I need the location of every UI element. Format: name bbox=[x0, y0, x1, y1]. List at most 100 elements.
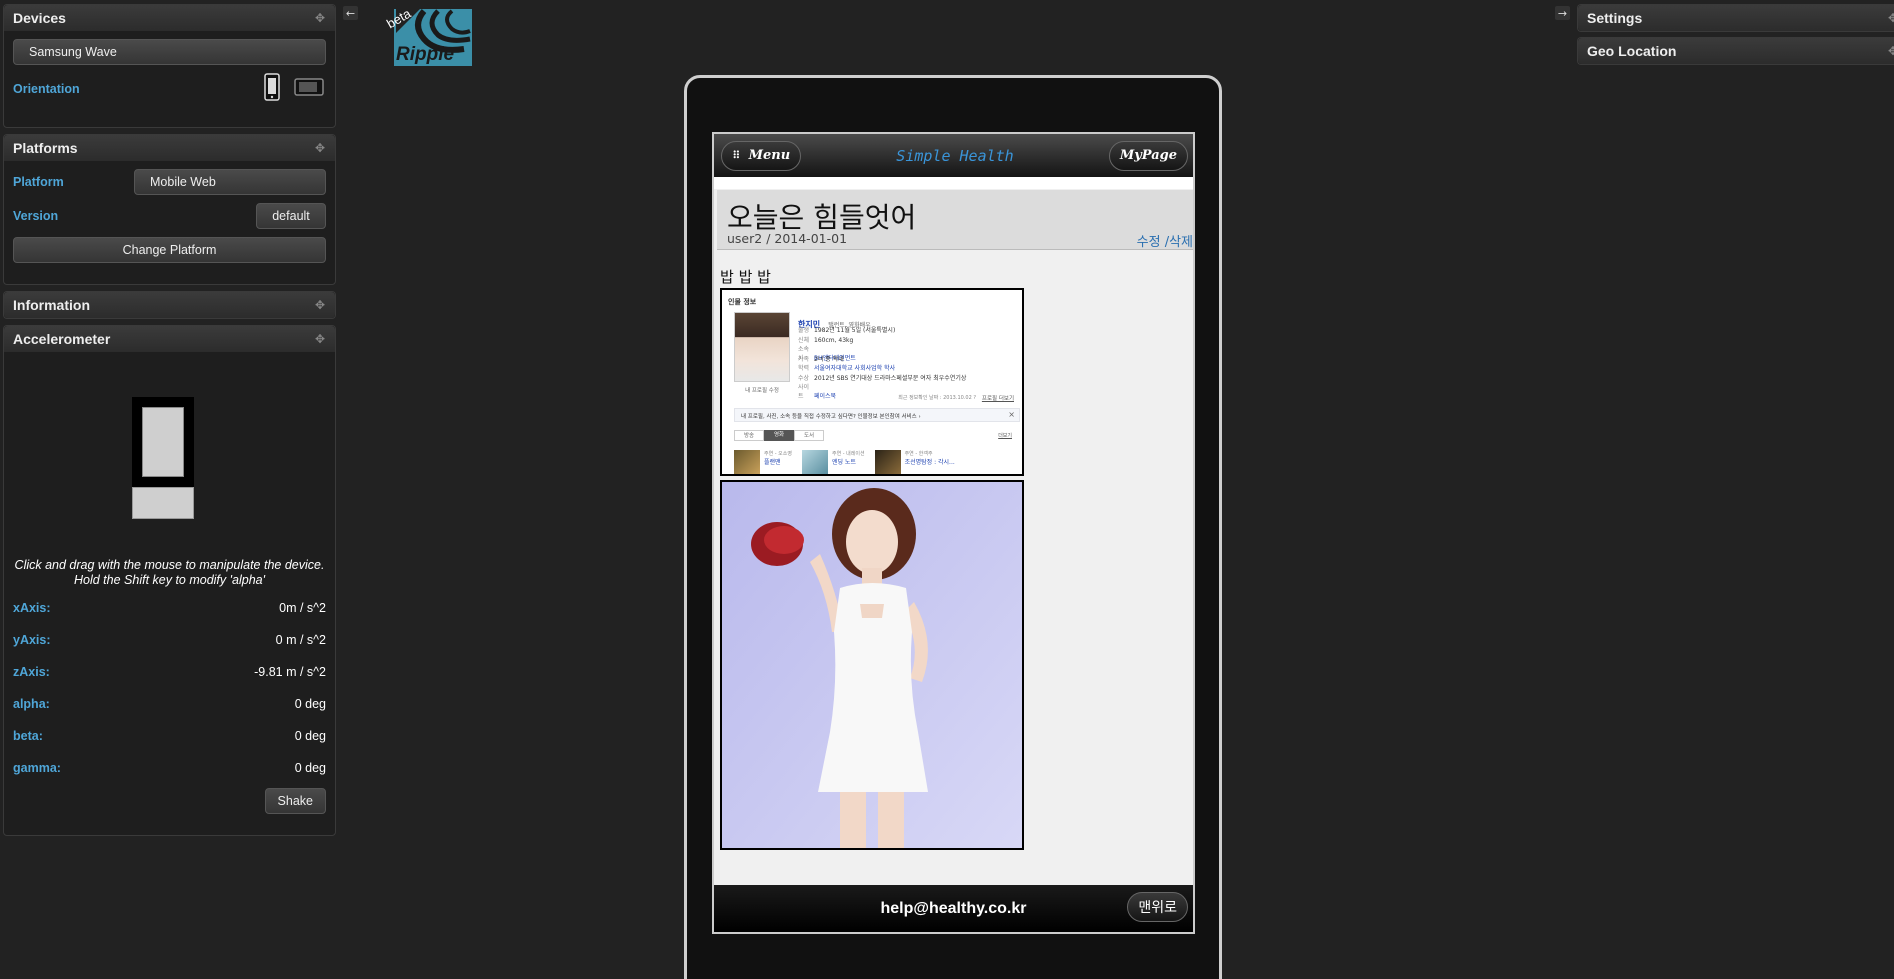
devices-panel-header[interactable]: Devices ✥ bbox=[4, 5, 335, 31]
work-item[interactable]: 주연 - 한객주 조선명탐정 : 각시... bbox=[874, 450, 955, 474]
profile-more-link[interactable]: 프로필 더보기 bbox=[982, 394, 1014, 402]
settings-panel: Settings ✥ bbox=[1577, 4, 1894, 32]
collapse-left-icon[interactable]: ← bbox=[343, 6, 358, 20]
profile-photo-caption: 내 프로필 수정 bbox=[745, 388, 779, 394]
app-header: ⠿ Menu Simple Health MyPage bbox=[714, 134, 1193, 177]
information-panel: Information ✥ bbox=[3, 291, 336, 319]
right-sidebar: Settings ✥ Geo Location ✥ bbox=[1577, 4, 1894, 70]
accel-value: 0 m / s^2 bbox=[275, 633, 326, 647]
device-3d-preview[interactable] bbox=[132, 397, 194, 519]
collapse-icon[interactable]: ✥ bbox=[315, 141, 325, 155]
profile-notice-box: 내 프로필, 사진, 소속 등을 직접 수정하고 싶다면? 인물정보 본인참여 … bbox=[734, 408, 1020, 422]
accel-value: 0m / s^2 bbox=[279, 601, 326, 615]
menu-button-label: Menu bbox=[748, 148, 791, 163]
version-label: Version bbox=[13, 209, 59, 223]
mypage-button[interactable]: MyPage bbox=[1108, 140, 1188, 171]
accel-label: yAxis: bbox=[13, 633, 51, 647]
geo-location-panel-title: Geo Location bbox=[1587, 43, 1677, 59]
ripple-logo: beta Ripple bbox=[384, 6, 472, 66]
scroll-top-button[interactable]: 맨위로 bbox=[1127, 892, 1188, 922]
accel-instruction: Click and drag with the mouse to manipul… bbox=[14, 558, 325, 572]
accel-label: zAxis: bbox=[13, 665, 50, 679]
profile-row: 출생 1982년 11월 5일 (서울특별시) bbox=[798, 327, 896, 334]
profile-updated: 최근 정보확인 날짜 : 2013.10.02 ? bbox=[898, 395, 976, 401]
information-panel-title: Information bbox=[13, 297, 90, 313]
accel-value: 0 deg bbox=[294, 761, 326, 775]
platform-label: Platform bbox=[13, 175, 64, 189]
menu-button[interactable]: ⠿ Menu bbox=[721, 140, 802, 171]
profile-photo bbox=[734, 312, 790, 382]
accel-row: gamma: 0 deg bbox=[13, 752, 326, 784]
work-poster bbox=[734, 450, 760, 474]
accel-value: -9.81 m / s^2 bbox=[254, 665, 326, 679]
work-poster bbox=[874, 450, 901, 474]
collapse-icon[interactable]: ✥ bbox=[1888, 11, 1894, 25]
accel-label: xAxis: bbox=[13, 601, 51, 615]
tab-movie[interactable]: 영화 bbox=[764, 430, 794, 441]
tabs-more-link[interactable]: 더보기 bbox=[998, 432, 1012, 439]
logo-text: Ripple bbox=[396, 44, 455, 65]
platforms-panel: Platforms ✥ Platform Mobile Web Version … bbox=[3, 134, 336, 285]
profile-row: 사이트 페이스북 bbox=[798, 384, 837, 400]
app-title: Simple Health bbox=[896, 146, 1014, 165]
accelerometer-panel-header[interactable]: Accelerometer ✥ bbox=[4, 326, 335, 352]
settings-panel-title: Settings bbox=[1587, 10, 1643, 26]
post-meta: user2 / 2014-01-01 bbox=[727, 231, 848, 246]
tab-broadcast[interactable]: 방송 bbox=[734, 430, 764, 441]
landscape-icon[interactable] bbox=[294, 78, 324, 99]
collapse-icon[interactable]: ✥ bbox=[315, 11, 325, 25]
settings-panel-header[interactable]: Settings ✥ bbox=[1578, 5, 1894, 31]
work-item[interactable]: 주연 - 오소영 플랜맨 bbox=[734, 450, 792, 474]
profile-row: 신체 160cm, 43kg bbox=[798, 336, 854, 344]
accel-row: yAxis: 0 m / s^2 bbox=[13, 624, 326, 656]
accelerometer-panel: Accelerometer ✥ Click and drag with the … bbox=[3, 325, 336, 836]
version-select[interactable]: default bbox=[256, 203, 326, 229]
left-sidebar: Devices ✥ Samsung Wave Orientation Platf… bbox=[3, 4, 336, 842]
accel-row: alpha: 0 deg bbox=[13, 688, 326, 720]
platforms-panel-title: Platforms bbox=[13, 140, 78, 156]
device-screen: ⠿ Menu Simple Health MyPage 오늘은 힘들엇어 use… bbox=[712, 132, 1195, 934]
profile-row: 학력 서울여자대학교 사회사업학 학사 bbox=[798, 365, 896, 372]
profile-notice: 내 프로필, 사진, 소속 등을 직접 수정하고 싶다면? 인물정보 본인참여 … bbox=[741, 414, 921, 420]
change-platform-button[interactable]: Change Platform bbox=[13, 237, 326, 263]
accel-row: zAxis: -9.81 m / s^2 bbox=[13, 656, 326, 688]
post-image-profile-card: 인물 정보 내 프로필 수정 한지민 탤런트, 영화배우 출생 1982년 11월… bbox=[720, 288, 1024, 476]
accel-row: xAxis: 0m / s^2 bbox=[13, 592, 326, 624]
orientation-label: Orientation bbox=[13, 81, 80, 96]
profile-row: 소속사 BH엔터테인먼트 bbox=[798, 346, 856, 362]
collapse-icon[interactable]: ✥ bbox=[315, 298, 325, 312]
works-list: 주연 - 오소영 플랜맨 주연 - 내레이션 엔딩 노트 주연 - 한객주 조선명탐정… bbox=[734, 450, 955, 474]
information-panel-header[interactable]: Information ✥ bbox=[4, 292, 335, 318]
post-title: 오늘은 힘들엇어 bbox=[727, 201, 917, 234]
accel-value: 0 deg bbox=[294, 697, 326, 711]
collapse-icon[interactable]: ✥ bbox=[1888, 44, 1894, 58]
accel-value: 0 deg bbox=[294, 729, 326, 743]
accel-label: beta: bbox=[13, 729, 43, 743]
close-icon[interactable]: × bbox=[1008, 410, 1015, 419]
post-body: 밥 밥 밥 bbox=[720, 268, 771, 286]
accel-instruction-shift: Hold the Shift key to modify 'alpha' bbox=[74, 573, 265, 587]
accel-row: beta: 0 deg bbox=[13, 720, 326, 752]
post-header: 오늘은 힘들엇어 user2 / 2014-01-01 수정 /삭제 bbox=[717, 190, 1193, 250]
platform-select[interactable]: Mobile Web bbox=[134, 169, 326, 195]
collapse-right-icon[interactable]: → bbox=[1555, 6, 1570, 20]
footer-email[interactable]: help@healthy.co.kr bbox=[880, 900, 1026, 918]
portrait-icon[interactable] bbox=[264, 73, 280, 104]
work-poster bbox=[801, 450, 828, 474]
post-image-photo bbox=[720, 480, 1024, 850]
collapse-icon[interactable]: ✥ bbox=[315, 332, 325, 346]
tab-book[interactable]: 도서 bbox=[794, 430, 824, 441]
post-edit-delete-link[interactable]: 수정 /삭제 bbox=[1137, 231, 1193, 250]
profile-heading: 인물 정보 bbox=[728, 298, 757, 306]
device-select[interactable]: Samsung Wave bbox=[13, 39, 326, 65]
profile-row: 가족 2녀 중 막내 bbox=[798, 355, 844, 363]
devices-panel-title: Devices bbox=[13, 10, 66, 26]
geo-location-panel-header[interactable]: Geo Location ✥ bbox=[1578, 38, 1894, 64]
accel-label: alpha: bbox=[13, 697, 50, 711]
work-item[interactable]: 주연 - 내레이션 엔딩 노트 bbox=[801, 450, 865, 474]
grid-icon: ⠿ bbox=[732, 149, 741, 162]
profile-tabs: 방송 영화 도서 bbox=[734, 430, 824, 441]
platforms-panel-header[interactable]: Platforms ✥ bbox=[4, 135, 335, 161]
devices-panel: Devices ✥ Samsung Wave Orientation bbox=[3, 4, 336, 128]
shake-button[interactable]: Shake bbox=[264, 788, 326, 814]
